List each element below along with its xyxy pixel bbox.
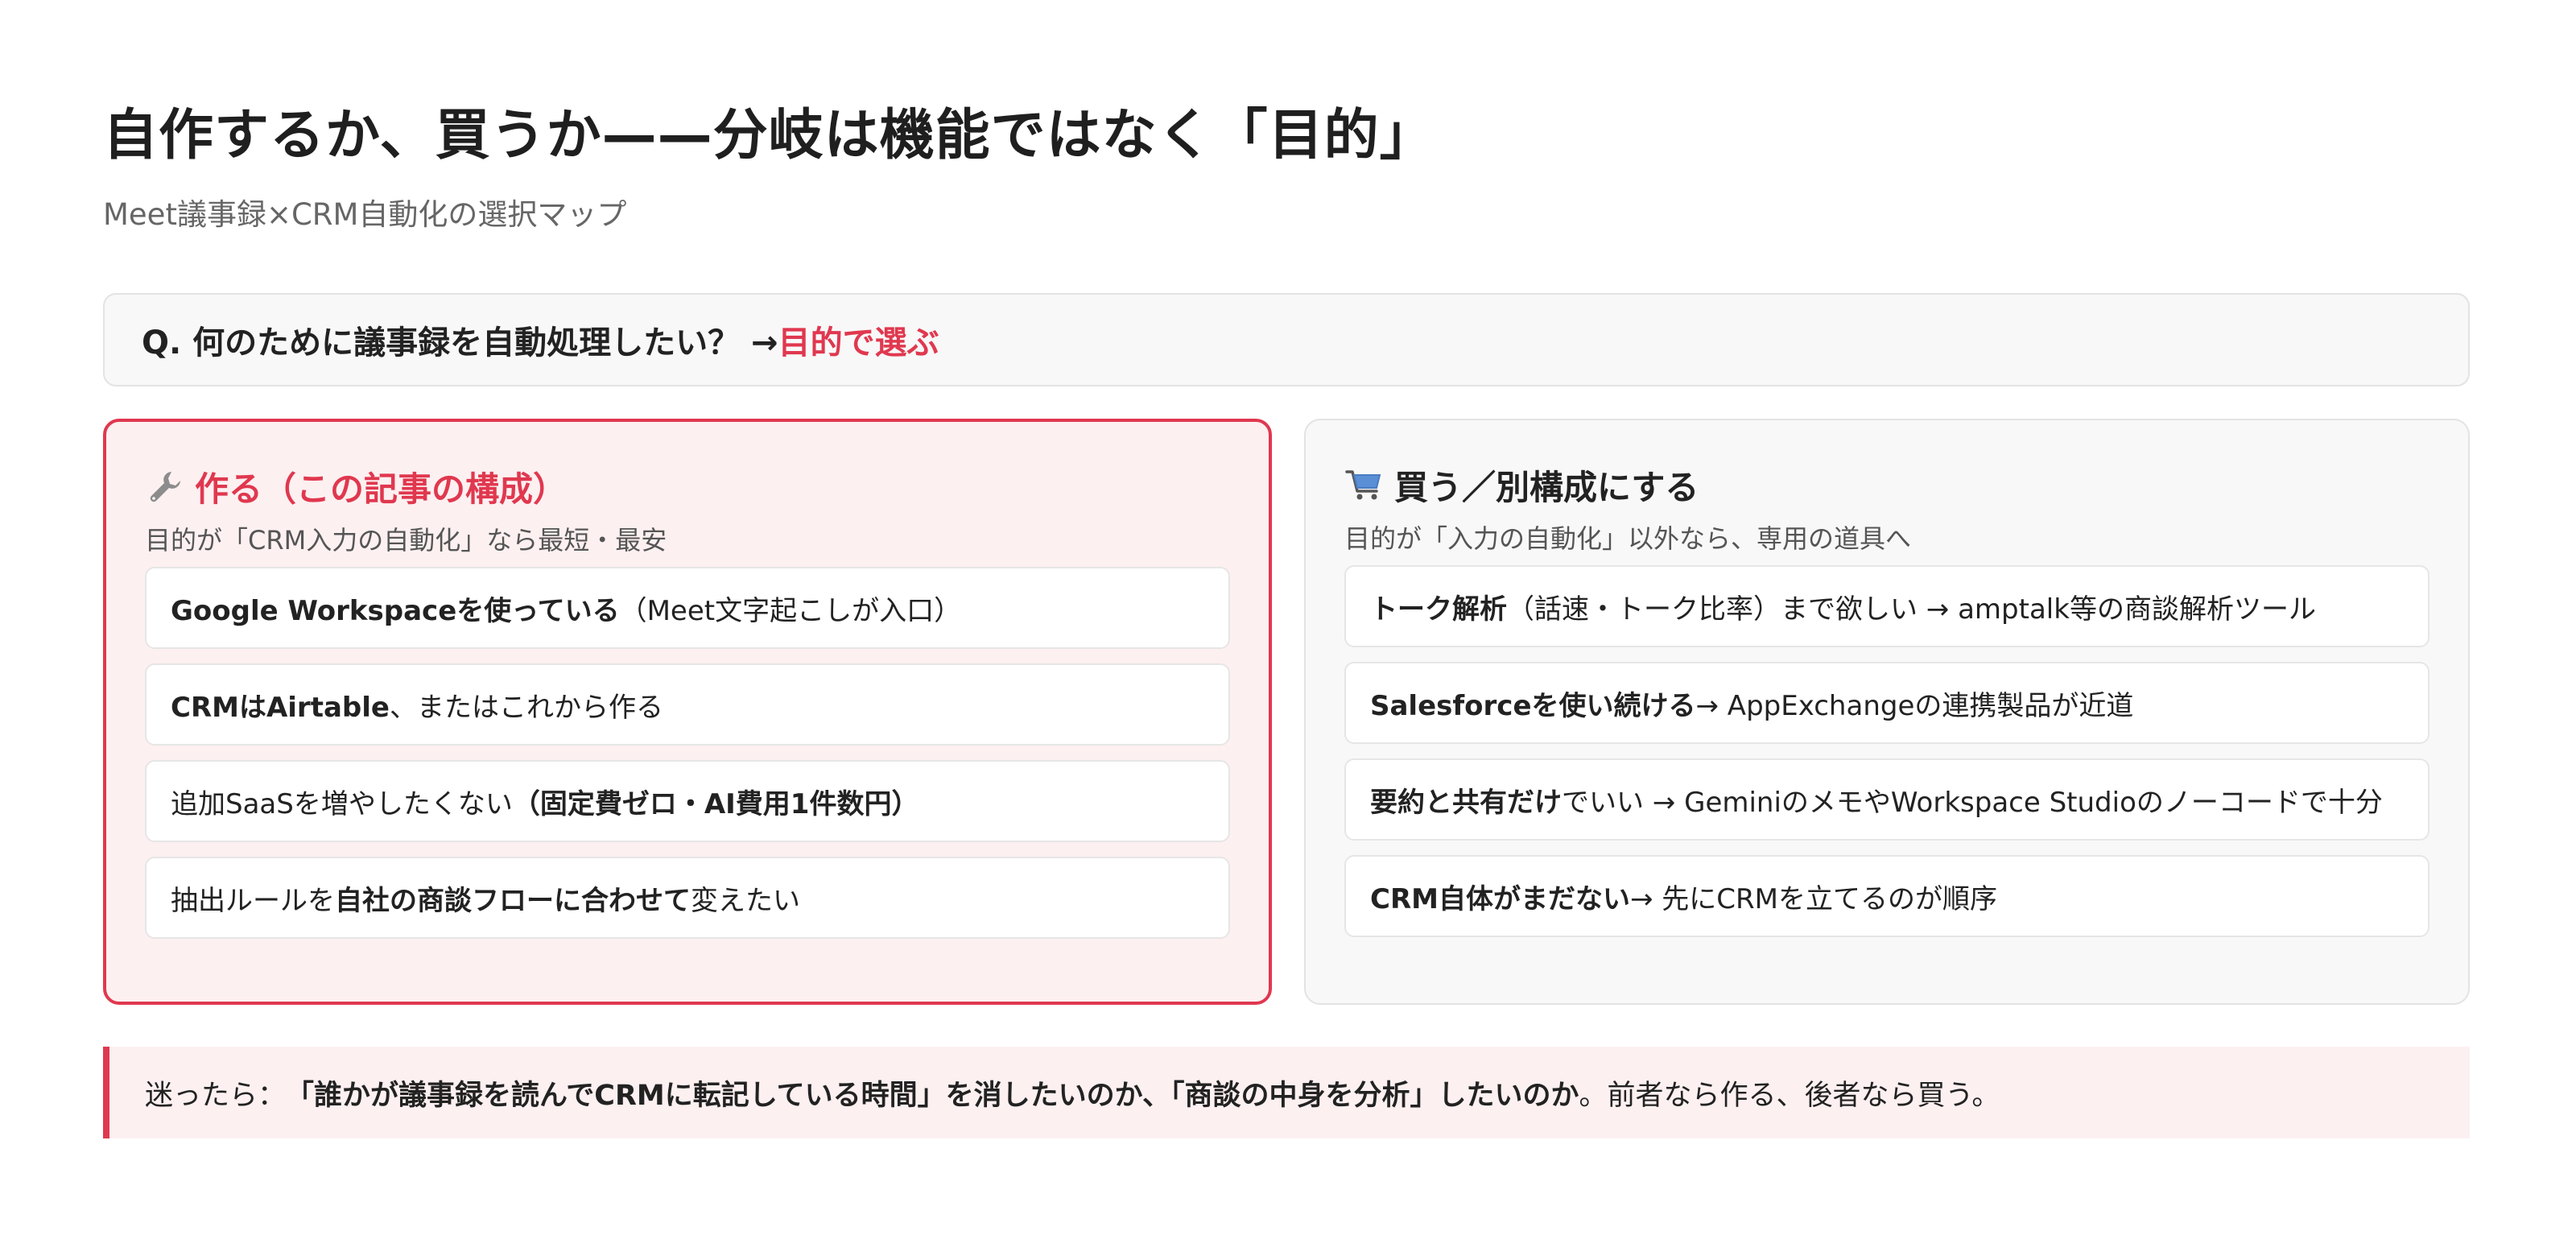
buy-card-description: 目的が「入力の自動化」以外なら、専用の道具へ (1344, 523, 1912, 554)
tip-prefix: 迷ったら： (145, 1079, 287, 1112)
tip-callout: 迷ったら： 「誰かが議事録を読んでCRMに転記している時間」を消したいのか、「商談… (103, 1047, 2470, 1138)
make-card-header: 作る（この記事の構成） (145, 464, 1230, 509)
list-item: 追加SaaSを増やしたくない （固定費ゼロ・AI費用1件数円） (145, 760, 1230, 842)
question-accent: 目的で選ぶ (778, 324, 939, 362)
page: 自作するか、買うか——分岐は機能ではなく「目的」 Meet議事録×CRM自動化の… (0, 0, 2576, 1256)
buy-card-header: 買う／別構成にする (1344, 462, 2429, 507)
tip-emphasis: 「誰かが議事録を読んでCRMに転記している時間」を消したいのか、「商談の中身を分… (286, 1079, 1579, 1112)
list-item: CRM自体がまだない → 先にCRMを立てるのが順序 (1344, 855, 2429, 937)
page-subtitle: Meet議事録×CRM自動化の選択マップ (103, 197, 627, 232)
shopping-cart-icon (1344, 465, 1383, 504)
question-box: Q. 何のために議事録を自動処理したい？ → 目的で選ぶ (103, 293, 2470, 386)
tip-suffix: 。前者なら作る、後者なら買う。 (1579, 1079, 2000, 1112)
buy-card-list: トーク解析 （話速・トーク比率）まで欲しい → amptalk等の商談解析ツール … (1344, 565, 2429, 937)
list-item: 抽出ルールを 自社の商談フローに合わせて 変えたい (145, 857, 1230, 939)
page-title: 自作するか、買うか——分岐は機能ではなく「目的」 (103, 104, 1435, 167)
list-item: トーク解析 （話速・トーク比率）まで欲しい → amptalk等の商談解析ツール (1344, 565, 2429, 647)
make-card: 作る（この記事の構成） 目的が「CRM入力の自動化」なら最短・最安 Google… (103, 419, 1272, 1005)
list-item: Google Workspaceを使っている （Meet文字起こしが入口） (145, 567, 1230, 649)
buy-card-title: 買う／別構成にする (1394, 467, 1699, 507)
wrench-icon (145, 467, 184, 506)
make-card-description: 目的が「CRM入力の自動化」なら最短・最安 (145, 525, 667, 556)
question-text: Q. 何のために議事録を自動処理したい？ → (142, 324, 778, 362)
list-item: Salesforceを使い続ける → AppExchangeの連携製品が近道 (1344, 662, 2429, 744)
make-card-list: Google Workspaceを使っている （Meet文字起こしが入口） CRM… (145, 567, 1230, 939)
list-item: CRMはAirtable 、またはこれから作る (145, 663, 1230, 746)
list-item: 要約と共有だけ でいい → GeminiのメモやWorkspace Studioの… (1344, 758, 2429, 841)
buy-card: 買う／別構成にする 目的が「入力の自動化」以外なら、専用の道具へ トーク解析 （話… (1304, 419, 2470, 1005)
make-card-title: 作る（この記事の構成） (195, 469, 568, 509)
